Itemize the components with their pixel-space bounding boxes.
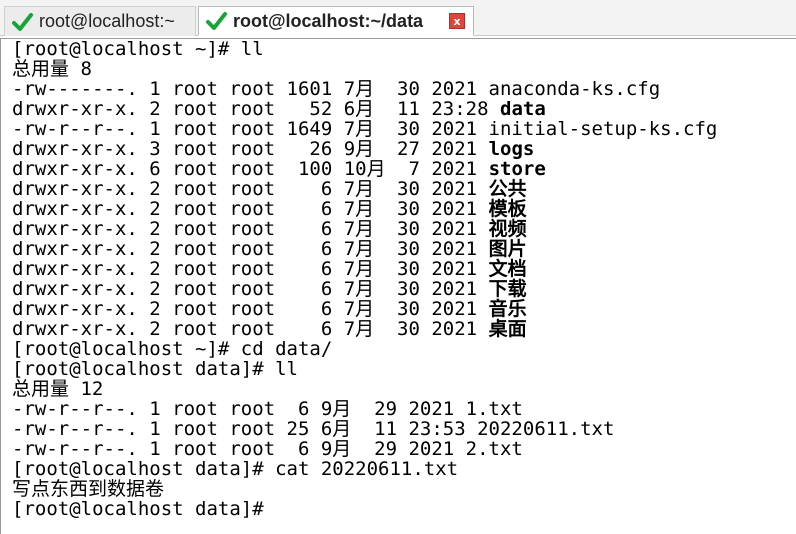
- terminal-line: drwxr-xr-x. 2 root root 6 7月 30 2021 桌面: [12, 319, 796, 339]
- terminal-line: 总用量 8: [12, 59, 796, 79]
- check-icon: [12, 12, 33, 31]
- terminal-line: drwxr-xr-x. 6 root root 100 10月 7 2021 s…: [12, 159, 796, 179]
- terminal-text: -rw-r--r--. 1 root root 6 9月 29 2021 1.t…: [12, 398, 523, 420]
- terminal-line: -rw-r--r--. 1 root root 6 9月 29 2021 1.t…: [12, 399, 796, 419]
- terminal-line: -rw-r--r--. 1 root root 1649 7月 30 2021 …: [12, 119, 796, 139]
- terminal-text: [root@localhost data]# ll: [12, 358, 298, 380]
- terminal-text: 总用量 8: [12, 58, 92, 80]
- terminal-line: drwxr-xr-x. 2 root root 6 7月 30 2021 下载: [12, 279, 796, 299]
- directory-name: 视频: [488, 218, 527, 240]
- tab-label: root@localhost:~: [39, 11, 175, 31]
- terminal-text: drwxr-xr-x. 6 root root 100 10月 7 2021: [12, 158, 489, 180]
- tab-root-data[interactable]: root@localhost:~/data x: [198, 6, 474, 36]
- terminal-line: drwxr-xr-x. 3 root root 26 9月 27 2021 lo…: [12, 139, 796, 159]
- terminal-text: -rw-r--r--. 1 root root 1649 7月 30 2021 …: [12, 118, 718, 140]
- directory-name: 文档: [488, 258, 527, 280]
- tab-bar: root@localhost:~ root@localhost:~/data x: [0, 0, 796, 36]
- terminal-line: drwxr-xr-x. 2 root root 6 7月 30 2021 文档: [12, 259, 796, 279]
- terminal-text: -rw-r--r--. 1 root root 6 9月 29 2021 2.t…: [12, 438, 523, 460]
- terminal-line: [root@localhost ~]# cd data/: [12, 339, 796, 359]
- directory-name: store: [488, 158, 546, 180]
- terminal-line: -rw-r--r--. 1 root root 25 6月 11 23:53 2…: [12, 419, 796, 439]
- terminal-line: [root@localhost data]#: [12, 499, 796, 519]
- directory-name: 图片: [488, 238, 527, 260]
- terminal-text: [root@localhost ~]# ll: [12, 38, 264, 60]
- directory-name: logs: [488, 138, 535, 160]
- terminal-line: [root@localhost data]# cat 20220611.txt: [12, 459, 796, 479]
- terminal-text: drwxr-xr-x. 2 root root 52 6月 11 23:28: [12, 98, 500, 120]
- terminal-line: drwxr-xr-x. 2 root root 6 7月 30 2021 模板: [12, 199, 796, 219]
- terminal-text: drwxr-xr-x. 3 root root 26 9月 27 2021: [12, 138, 489, 160]
- terminal-text: drwxr-xr-x. 2 root root 6 7月 30 2021: [12, 238, 489, 260]
- terminal-text: 写点东西到数据卷: [12, 478, 165, 500]
- close-tab-button[interactable]: x: [449, 13, 465, 29]
- terminal-text: [root@localhost data]#: [12, 498, 264, 520]
- terminal-line: drwxr-xr-x. 2 root root 6 7月 30 2021 公共: [12, 179, 796, 199]
- terminal-line: [root@localhost ~]# ll: [12, 39, 796, 59]
- terminal-text: [root@localhost ~]# cd data/: [12, 338, 333, 360]
- terminal-window: root@localhost:~ root@localhost:~/data x…: [0, 0, 796, 534]
- terminal-text: drwxr-xr-x. 2 root root 6 7月 30 2021: [12, 178, 489, 200]
- terminal-text: drwxr-xr-x. 2 root root 6 7月 30 2021: [12, 278, 489, 300]
- terminal-text: drwxr-xr-x. 2 root root 6 7月 30 2021: [12, 198, 489, 220]
- directory-name: 桌面: [488, 318, 527, 340]
- tab-root-home[interactable]: root@localhost:~: [4, 6, 196, 36]
- check-icon: [206, 12, 227, 30]
- terminal-text: drwxr-xr-x. 2 root root 6 7月 30 2021: [12, 318, 489, 340]
- terminal-text: drwxr-xr-x. 2 root root 6 7月 30 2021: [12, 218, 489, 240]
- directory-name: 公共: [488, 178, 527, 200]
- directory-name: 模板: [488, 198, 527, 220]
- directory-name: 音乐: [488, 298, 527, 320]
- directory-name: data: [500, 98, 546, 120]
- terminal-text: drwxr-xr-x. 2 root root 6 7月 30 2021: [12, 298, 489, 320]
- terminal-line: 写点东西到数据卷: [12, 479, 796, 499]
- terminal-output[interactable]: [root@localhost ~]# ll 总用量 8 -rw-------. 1…: [0, 38, 796, 534]
- directory-name: 下载: [488, 278, 527, 300]
- tab-label: root@localhost:~/data: [233, 10, 424, 31]
- terminal-line: drwxr-xr-x. 2 root root 6 7月 30 2021 音乐: [12, 299, 796, 319]
- terminal-line: drwxr-xr-x. 2 root root 6 7月 30 2021 视频: [12, 219, 796, 239]
- terminal-text: -rw-r--r--. 1 root root 25 6月 11 23:53 2…: [12, 418, 615, 440]
- terminal-line: 总用量 12: [12, 379, 796, 399]
- terminal-text: [root@localhost data]# cat 20220611.txt: [12, 458, 459, 480]
- terminal-text: 总用量 12: [12, 378, 104, 400]
- terminal-line: -rw-------. 1 root root 1601 7月 30 2021 …: [12, 79, 796, 99]
- terminal-line: [root@localhost data]# ll: [12, 359, 796, 379]
- terminal-text: drwxr-xr-x. 2 root root 6 7月 30 2021: [12, 258, 489, 280]
- terminal-line: -rw-r--r--. 1 root root 6 9月 29 2021 2.t…: [12, 439, 796, 459]
- terminal-text: -rw-------. 1 root root 1601 7月 30 2021 …: [12, 78, 661, 100]
- terminal-line: drwxr-xr-x. 2 root root 6 7月 30 2021 图片: [12, 239, 796, 259]
- terminal-line: drwxr-xr-x. 2 root root 52 6月 11 23:28 d…: [12, 99, 796, 119]
